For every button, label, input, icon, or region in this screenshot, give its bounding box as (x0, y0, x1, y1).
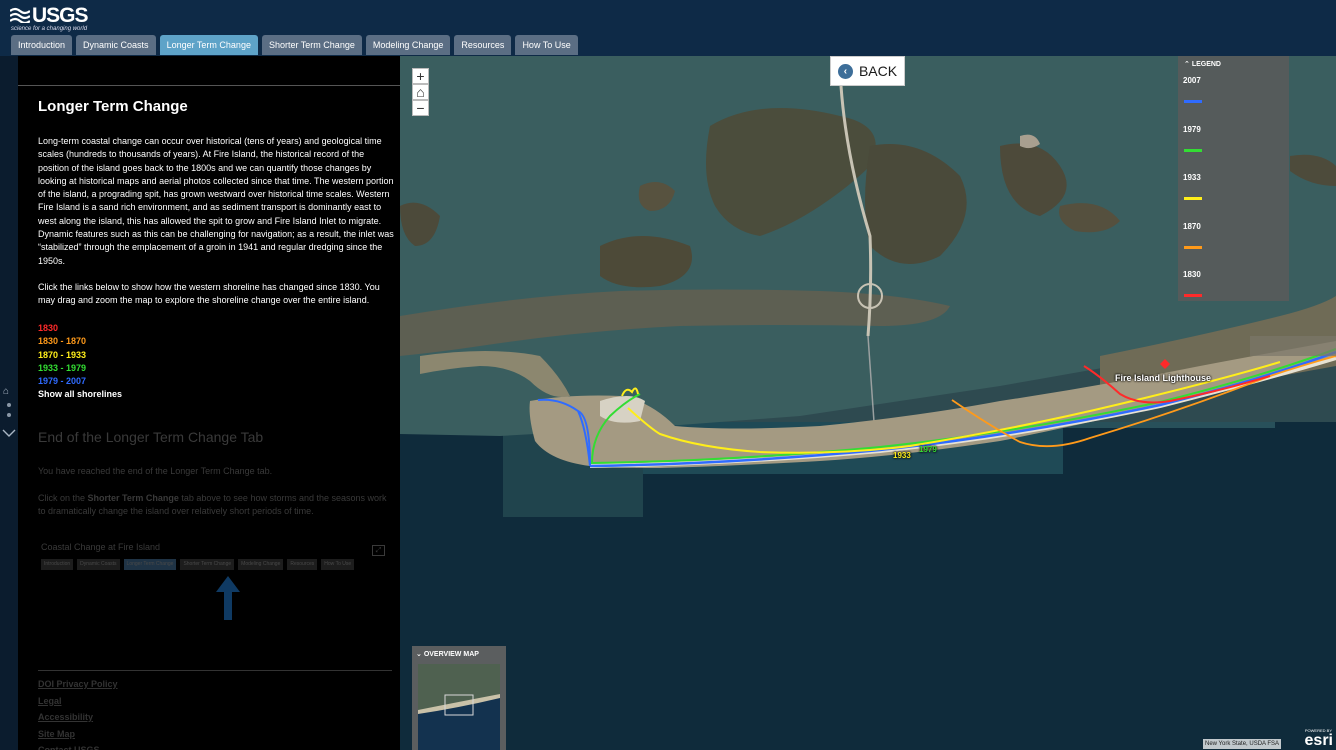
esri-logo[interactable]: POWERED BY esri (1300, 727, 1334, 749)
story-tabs: Introduction Dynamic Coasts Longer Term Ch… (11, 35, 578, 55)
legend-swatch-1830 (1184, 294, 1202, 297)
inset-tab: Resources (287, 559, 318, 570)
back-label: BACK (858, 63, 898, 79)
inset-tab: Shorter Term Change (180, 559, 235, 570)
back-button[interactable]: ‹ BACK (830, 56, 905, 86)
legend-label-1870: 1870 (1183, 221, 1201, 231)
inset-tab: Modeling Change (238, 559, 284, 570)
usgs-logo[interactable]: USGS science for a changing world (10, 4, 90, 32)
overview-title: OVERVIEW MAP (423, 651, 479, 658)
end-text-before: Click on the (38, 493, 88, 503)
tab-longer-term-change[interactable]: Longer Term Change (159, 35, 258, 55)
intro-paragraph: Long-term coastal change can occur over … (38, 136, 394, 266)
tab-how-to-use[interactable]: How To Use (515, 35, 578, 55)
legend-swatch-1870 (1184, 245, 1202, 249)
year-label-1933: 1933 (893, 451, 911, 460)
shoreline-link-1870-1933[interactable]: 1870 - 1933 (38, 349, 122, 362)
app-root: USGS science for a changing world Introd… (0, 0, 1336, 750)
expand-icon: ⤢ (372, 545, 385, 556)
shoreline-links: 1830 1830 - 1870 1870 - 1933 1933 - 1979 197… (38, 322, 122, 402)
year-label-1979: 1979 (919, 445, 937, 454)
header-bar: USGS science for a changing world Introd… (0, 0, 1336, 56)
overview-imagery (418, 664, 500, 750)
legend-title: LEGEND (1191, 61, 1221, 68)
next-tab-name: Shorter Term Change (87, 493, 179, 503)
chevron-down-icon[interactable] (2, 428, 16, 438)
instructions-paragraph: Click the links below to show how the we… (38, 282, 380, 306)
section-dot[interactable] (7, 413, 11, 417)
chevron-up-icon: ⌃ (1184, 61, 1192, 68)
back-arrow-icon: ‹ (837, 63, 853, 79)
tab-shorter-term-change[interactable]: Shorter Term Change (261, 35, 362, 55)
legend-panel: ⌃ LEGEND 2007 1979 1933 1870 1830 (1178, 56, 1289, 301)
map-attribution: New York State, USDA FSA (1203, 739, 1282, 749)
inset-tab: How To Use (321, 559, 355, 570)
end-section-title: End of the Longer Term Change Tab (38, 429, 264, 445)
inset-tab: Introduction (41, 559, 74, 570)
left-rail: ⌂ (0, 56, 18, 750)
footer-link-legal[interactable]: Legal (38, 693, 118, 710)
legend-label-1830: 1830 (1183, 270, 1201, 279)
zoom-in-button[interactable]: + (412, 68, 429, 84)
logo-wordmark: USGS (32, 4, 89, 27)
tab-dynamic-coasts[interactable]: Dynamic Coasts (76, 35, 156, 55)
overview-map[interactable] (418, 664, 500, 750)
footer-link-site-map[interactable]: Site Map (38, 726, 118, 743)
side-panel: Longer Term Change Long-term coastal cha… (18, 56, 400, 750)
section-dot[interactable] (7, 403, 11, 407)
chevron-down-icon: ⌄ (416, 651, 424, 658)
shoreline-link-1933-1979[interactable]: 1933 - 1979 (38, 362, 122, 375)
end-paragraph: You have reached the end of the Longer T… (38, 466, 273, 476)
divider (38, 670, 392, 671)
shoreline-link-show-all-shorelines[interactable]: Show all shorelines (38, 388, 122, 401)
divider (18, 85, 400, 86)
inset-tabs: Introduction Dynamic Coasts Longer Term Ch… (41, 559, 355, 570)
legend-swatch-1933 (1184, 197, 1202, 200)
overview-map-panel: ⌄ OVERVIEW MAP (412, 646, 506, 750)
footer-link-contact-usgs[interactable]: Contact USGS (38, 742, 118, 750)
shoreline-link-1830[interactable]: 1830 (38, 322, 122, 335)
footer-links: DOI Privacy Policy Legal Accessibility Site… (38, 676, 118, 750)
zoom-out-button[interactable]: − (412, 100, 429, 116)
arrow-up-icon (216, 576, 240, 620)
shoreline-link-1830-1870[interactable]: 1830 - 1870 (38, 335, 122, 348)
legend-label-2007: 2007 (1183, 76, 1201, 85)
legend-swatch-1979 (1184, 148, 1202, 152)
section-title: Longer Term Change (38, 98, 188, 115)
legend-swatch-2007 (1184, 100, 1202, 103)
inset-tab: Longer Term Change (123, 559, 177, 570)
logo-tagline: science for a changing world (11, 26, 88, 32)
inset-title: Coastal Change at Fire Island (41, 542, 161, 552)
usgs-wave-icon (10, 7, 30, 23)
footer-link-doi-privacy-policy[interactable]: DOI Privacy Policy (38, 676, 118, 693)
legend-label-1933: 1933 (1183, 173, 1201, 182)
esri-wordmark: esri (1304, 732, 1333, 749)
tab-resources[interactable]: Resources (454, 35, 512, 55)
end-paragraph-next: Click on the Shorter Term Change tab abo… (38, 492, 388, 519)
inset-tab: Dynamic Coasts (77, 559, 120, 570)
home-icon[interactable]: ⌂ (3, 386, 9, 397)
shoreline-link-1979-2007[interactable]: 1979 - 2007 (38, 375, 122, 388)
home-extent-button[interactable]: ⌂ (412, 84, 429, 100)
tab-modeling-change[interactable]: Modeling Change (365, 35, 451, 55)
map-view[interactable]: + ⌂ − ‹ BACK Fire Island Lighthouse 1933… (400, 56, 1336, 750)
tab-introduction[interactable]: Introduction (11, 35, 73, 55)
legend-label-1979: 1979 (1183, 124, 1201, 134)
footer-link-accessibility[interactable]: Accessibility (38, 709, 118, 726)
lighthouse-label: Fire Island Lighthouse (1115, 373, 1212, 383)
legend-header[interactable]: ⌃ LEGEND (1184, 60, 1221, 68)
overview-header[interactable]: ⌄ OVERVIEW MAP (416, 650, 479, 658)
